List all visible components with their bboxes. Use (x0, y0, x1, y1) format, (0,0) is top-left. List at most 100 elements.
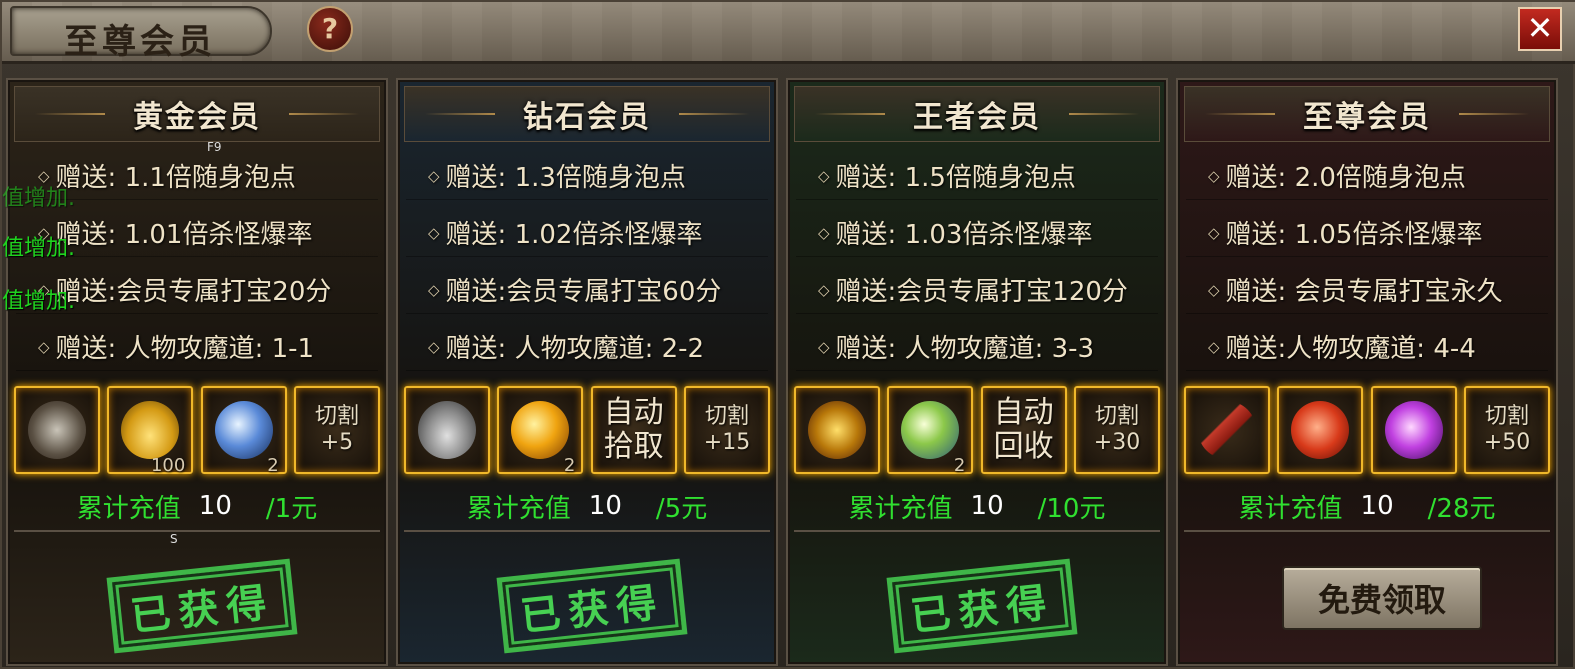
benefit-text: 赠送: 1.1倍随身泡点 (55, 163, 296, 193)
reward-slot[interactable]: 自动 拾取 (590, 386, 677, 474)
diamond-icon: ◇ (1208, 337, 1220, 356)
close-button[interactable]: ✕ (1518, 7, 1562, 51)
benefit-row: ◇ 赠送:人物攻魔道: 4-4 (1186, 323, 1548, 371)
cut-bonus-label: 切割 +30 (1094, 404, 1140, 456)
tier-action-area: 已获得 (404, 530, 770, 660)
feature-line: 自动 (993, 395, 1054, 430)
benefit-text: 赠送:会员专属打宝20分 (55, 277, 332, 307)
item-count: 2 (953, 455, 966, 476)
reward-slot[interactable] (1370, 386, 1457, 474)
ornament-icon (35, 113, 105, 115)
benefit-row: ◇ 赠送: 1.05倍杀怪爆率 (1186, 209, 1548, 257)
title-plate: 至尊会员 (10, 6, 272, 62)
reward-slot[interactable] (794, 386, 880, 474)
benefit-text: 赠送: 1.03倍杀怪爆率 (835, 220, 1093, 250)
cut-label: 切割 (704, 404, 749, 429)
tier-action-area: 已获得 (14, 530, 380, 660)
recharge-requirement: /10元 (1037, 493, 1106, 524)
reward-slot[interactable]: 切割 +15 (683, 386, 770, 474)
reward-slot[interactable] (1184, 386, 1270, 474)
feature-line: 自动 (603, 395, 664, 430)
recharge-row: 累计充值 10 /1元 (8, 484, 386, 528)
ornament-icon (289, 113, 359, 115)
gold-ingot-icon (121, 401, 180, 459)
benefit-row: ◇ 赠送: 1.3倍随身泡点 (406, 152, 768, 200)
reward-slot[interactable] (14, 386, 100, 474)
reward-slot[interactable]: 切割 +5 (293, 386, 380, 474)
reward-slot[interactable]: 2 (497, 386, 584, 476)
ornament-icon (1205, 113, 1275, 115)
benefit-row: ◇ 赠送: 1.5倍随身泡点 (796, 152, 1158, 200)
diamond-icon: ◇ (1208, 280, 1220, 299)
blue-orb-icon (214, 401, 273, 459)
reward-slot[interactable] (404, 386, 490, 474)
benefit-text: 赠送:会员专属打宝120分 (835, 277, 1128, 307)
cut-value: +15 (703, 430, 751, 455)
diamond-icon: ◇ (818, 337, 830, 356)
reward-slot[interactable]: 2 (887, 386, 974, 476)
reward-slot[interactable] (1277, 386, 1364, 474)
tier-column: 王者会员 ◇ 赠送: 1.5倍随身泡点 ◇ 赠送: 1.03倍杀怪爆率 ◇ 赠送… (786, 78, 1168, 666)
diamond-icon: ◇ (818, 280, 830, 299)
recharge-row: 累计充值 10 /5元 (398, 484, 776, 528)
benefit-text: 赠送:会员专属打宝60分 (445, 277, 722, 307)
claim-free-button[interactable]: 免费领取 (1282, 566, 1482, 630)
recharge-value: 10 (198, 491, 232, 521)
item-count: 2 (563, 455, 576, 476)
reward-slot[interactable]: 切割 +30 (1073, 386, 1160, 474)
benefit-row: ◇ 赠送: 1.03倍杀怪爆率 (796, 209, 1158, 257)
benefit-row: ◇ 赠送: 人物攻魔道: 3-3 (796, 323, 1158, 371)
benefit-row: ◇ 赠送:会员专属打宝60分 (406, 266, 768, 314)
floating-text: 值增加. (2, 236, 75, 261)
recharge-label: 累计充值 (848, 493, 953, 524)
recharge-label: 累计充值 (1238, 493, 1343, 524)
cut-label: 切割 (1094, 404, 1139, 429)
reward-slot[interactable]: 2 (200, 386, 287, 476)
recharge-row: 累计充值 10 /28元 (1178, 484, 1556, 528)
ornament-icon (425, 113, 495, 115)
hotkey-label: S (170, 532, 178, 546)
ornament-icon (1459, 113, 1529, 115)
diamond-icon: ◇ (428, 166, 440, 185)
diamond-icon: ◇ (1208, 166, 1220, 185)
recharge-label: 累计充值 (466, 493, 571, 524)
obtained-stamp: 已获得 (886, 558, 1078, 654)
tier-column: 至尊会员 ◇ 赠送: 2.0倍随身泡点 ◇ 赠送: 1.05倍杀怪爆率 ◇ 赠送… (1176, 78, 1558, 666)
benefit-row: ◇ 赠送: 会员专属打宝永久 (1186, 266, 1548, 314)
recharge-value: 10 (588, 491, 622, 521)
tier-header: 钻石会员 (404, 86, 770, 142)
diamond-icon: ◇ (428, 280, 440, 299)
benefit-row: ◇ 赠送:会员专属打宝120分 (796, 266, 1158, 314)
reward-slot[interactable]: 自动 回收 (980, 386, 1067, 474)
cut-value: +30 (1093, 430, 1141, 455)
tier-column: 黄金会员 ◇ 赠送: 1.1倍随身泡点 ◇ 赠送: 1.01倍杀怪爆率 ◇ 赠送… (6, 78, 388, 666)
ornament-icon (815, 113, 885, 115)
reward-items: 100 2 切割 +5 (14, 386, 380, 476)
diamond-icon: ◇ (818, 166, 830, 185)
tier-header: 黄金会员 (14, 86, 380, 142)
floating-text: 值增加. (2, 186, 75, 211)
benefit-row: ◇ 赠送: 人物攻魔道: 2-2 (406, 323, 768, 371)
reward-slot[interactable]: 100 (107, 386, 194, 476)
help-button[interactable]: ? (307, 6, 353, 52)
tier-title: 黄金会员 (133, 100, 261, 135)
cut-label: 切割 (314, 404, 359, 429)
benefit-text: 赠送: 会员专属打宝永久 (1225, 277, 1503, 307)
obtained-stamp: 已获得 (106, 558, 298, 654)
diamond-icon: ◇ (1208, 223, 1220, 242)
vip-window: 至尊会员 ? ✕ 黄金会员 ◇ 赠送: 1.1倍随身泡点 ◇ 赠送: 1.01倍… (0, 0, 1575, 669)
auto-feature-label: 自动 回收 (994, 396, 1054, 464)
benefit-text: 赠送: 人物攻魔道: 2-2 (445, 334, 705, 364)
benefit-text: 赠送: 1.05倍杀怪爆率 (1225, 220, 1483, 250)
reward-slot[interactable]: 切割 +50 (1463, 386, 1550, 474)
feature-line: 回收 (993, 429, 1054, 464)
golden-orb-icon (511, 401, 570, 459)
benefit-text: 赠送: 人物攻魔道: 1-1 (55, 334, 315, 364)
cut-bonus-label: 切割 +5 (315, 404, 359, 456)
sword-icon (1198, 401, 1256, 459)
benefit-text: 赠送: 1.5倍随身泡点 (835, 163, 1076, 193)
window-title: 至尊会员 (64, 22, 216, 62)
floating-text: 值增加. (2, 289, 75, 314)
reward-items: 切割 +50 (1184, 386, 1550, 476)
tier-action-area: 已获得 (794, 530, 1160, 660)
